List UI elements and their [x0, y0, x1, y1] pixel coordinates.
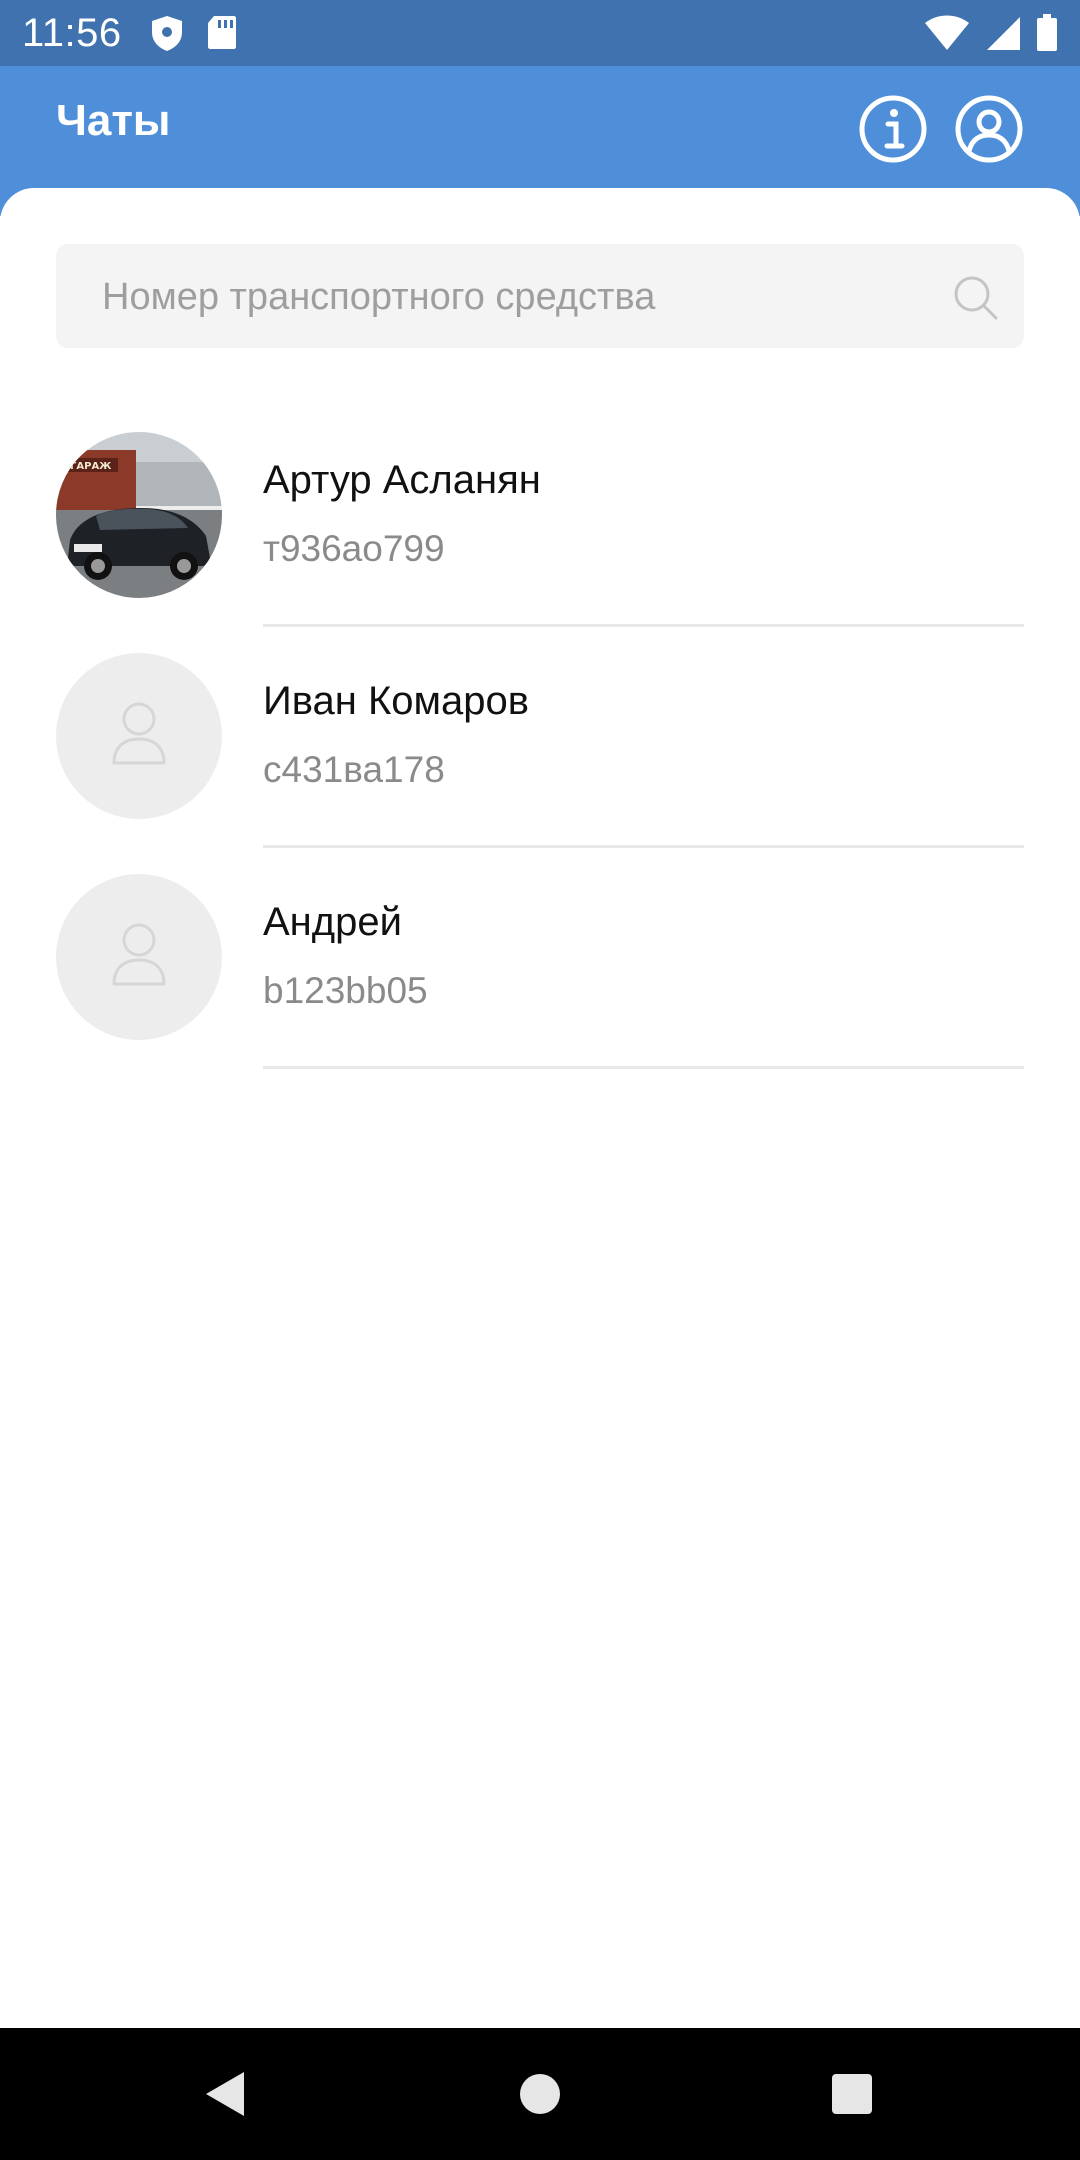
- profile-button[interactable]: [954, 94, 1024, 164]
- profile-icon: [955, 95, 1023, 163]
- info-icon: [859, 95, 927, 163]
- back-icon[interactable]: [198, 2064, 258, 2124]
- cell-signal-icon: [987, 17, 1020, 50]
- chat-list-item[interactable]: Андрей b123bb05: [0, 874, 1080, 1095]
- search-input[interactable]: [100, 244, 924, 350]
- shield-icon: [152, 16, 182, 51]
- chat-name: Артур Асланян: [263, 458, 541, 502]
- chat-plate-number: с431ва178: [263, 749, 445, 790]
- chat-list: ГАРАЖ Артур Асланян т936ао799 Иван Комар…: [0, 432, 1080, 1095]
- status-right-icons: [924, 14, 1058, 52]
- home-icon[interactable]: [510, 2064, 570, 2124]
- user-placeholder-icon: [112, 923, 166, 986]
- chat-name: Андрей: [263, 900, 402, 944]
- chat-list-item[interactable]: Иван Комаров с431ва178: [0, 653, 1080, 874]
- divider: [263, 845, 1024, 848]
- avatar: ГАРАЖ: [56, 432, 222, 598]
- chat-plate-number: b123bb05: [263, 970, 428, 1011]
- chat-list-item[interactable]: ГАРАЖ Артур Асланян т936ао799: [0, 432, 1080, 653]
- avatar: [56, 653, 222, 819]
- avatar: [56, 874, 222, 1040]
- user-placeholder-icon: [112, 702, 166, 765]
- search-box[interactable]: [56, 244, 1024, 350]
- search-icon[interactable]: [952, 274, 998, 320]
- svg-text:ГАРАЖ: ГАРАЖ: [70, 461, 112, 472]
- battery-icon: [1037, 14, 1057, 51]
- divider: [263, 624, 1024, 627]
- car-photo-avatar: ГАРАЖ: [56, 432, 222, 598]
- status-bar: 11:56: [0, 0, 1080, 66]
- chat-name: Иван Комаров: [263, 679, 530, 723]
- status-time: 11:56: [22, 11, 122, 55]
- divider: [263, 1066, 1024, 1069]
- recents-icon[interactable]: [822, 2064, 882, 2124]
- page-title: Чаты: [56, 96, 171, 145]
- wifi-icon: [925, 15, 969, 50]
- info-button[interactable]: [858, 94, 928, 164]
- chat-plate-number: т936ао799: [263, 528, 445, 569]
- sd-card-icon: [208, 16, 236, 49]
- content-sheet: ГАРАЖ Артур Асланян т936ао799: [0, 188, 1080, 2028]
- nav-bar: [0, 2028, 1080, 2160]
- status-left-icons: [150, 14, 238, 52]
